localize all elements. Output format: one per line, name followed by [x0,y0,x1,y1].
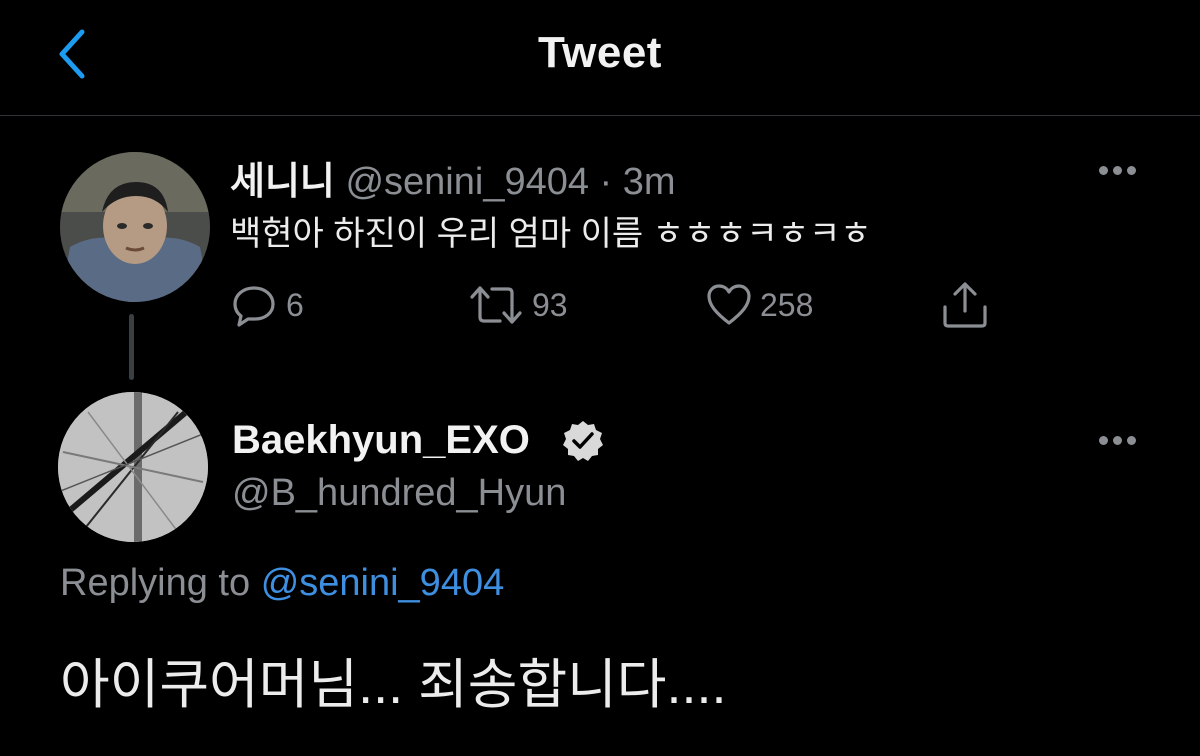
thread-connector [129,314,134,380]
parent-tweet-header: 세니니 @senini_9404 · 3m [230,150,676,205]
tweet-text: 아이쿠어머님... 죄송합니다.... [60,655,727,715]
avatar[interactable] [60,152,210,302]
user-handle[interactable]: @B_hundred_Hyun [232,472,566,515]
replying-to-label: Replying to [60,562,251,604]
retweet-count: 93 [532,286,568,323]
like-button[interactable]: 258 [706,280,813,330]
reply-icon [233,286,275,327]
more-icon [1098,435,1108,445]
more-icon-dot [1112,435,1122,445]
display-name[interactable]: Baekhyun_EXO [232,418,530,463]
more-icon-dot [1126,435,1136,445]
share-icon [943,282,987,328]
more-icon-dot [1126,165,1136,175]
display-name[interactable]: 세니니 [230,161,335,203]
replying-to-handle-link[interactable]: @senini_9404 [261,562,505,604]
like-count: 258 [760,286,814,323]
more-icon [1098,165,1108,175]
avatar-photo [60,152,210,302]
share-button[interactable] [940,280,990,330]
retweet-icon [470,286,522,324]
top-bar: Tweet [0,0,1200,116]
reply-count: 6 [286,286,304,323]
more-options-button[interactable] [1092,150,1142,190]
replying-to-line: Replying to @senini_9404 [60,562,504,605]
avatar-logo [58,392,208,542]
avatar[interactable] [58,392,208,542]
more-options-button[interactable] [1092,420,1142,460]
tweet-text: 백현아 하진이 우리 엄마 이름 ㅎㅎㅎㅋㅎㅋㅎ [230,215,872,253]
page-title: Tweet [538,28,662,77]
reply-button[interactable]: 6 [232,280,304,330]
retweet-button[interactable]: 93 [468,280,568,330]
more-icon-dot [1112,165,1122,175]
heart-icon [707,284,751,325]
verified-badge-icon [563,421,603,461]
separator: · [599,161,613,203]
user-handle[interactable]: @senini_9404 [345,161,589,203]
timestamp[interactable]: 3m [623,161,676,203]
header-divider [0,115,1200,116]
